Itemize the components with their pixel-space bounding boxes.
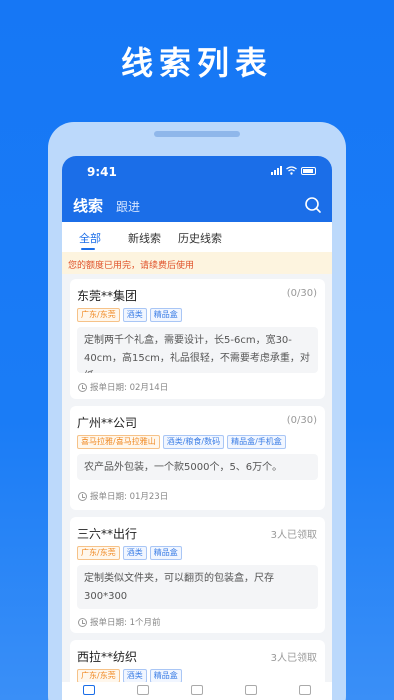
tag: 喜马拉雅/喜马拉雅山 [77,435,160,449]
bottom-tab-bar [62,682,332,700]
tag: 精品盒/手机盒 [227,435,286,449]
tab-history-leads[interactable]: 历史线索 [178,230,222,246]
orders-tab-icon[interactable] [137,685,149,695]
tag: 广东/东莞 [77,546,120,560]
card-description: 定制两千个礼盒，需要设计，长5-6cm，宽30-40cm，高15cm，礼品很轻，… [77,327,318,373]
quota-notice: 您的额度已用完，请续费后使用 [62,252,332,274]
lead-card[interactable]: 三六**出行 3人已领取 广东/东莞 酒类 精品盒 定制类似文件夹，可以翻页的包… [70,517,325,633]
tag: 广东/东莞 [77,308,120,322]
leads-tab-icon[interactable] [83,685,95,695]
tag-list: 广东/东莞 酒类 精品盒 [77,669,182,683]
search-icon[interactable] [304,196,322,214]
tab-follow-up[interactable]: 跟进 [116,198,140,215]
filter-tabs: 全部 新线索 历史线索 [62,222,332,252]
promotion-tab-icon[interactable] [191,685,203,695]
card-count: 3人已领取 [270,653,317,664]
profile-tab-icon[interactable] [299,685,311,695]
card-count: 3人已领取 [270,530,317,541]
clock-icon [78,382,87,392]
card-count: (0/30) [286,288,317,299]
card-date: 报单日期: 01月23日 [78,490,168,502]
wifi-icon [286,166,297,175]
card-title: 西拉**纺织 [77,650,138,664]
lead-card[interactable]: 广州**公司 (0/30) 喜马拉雅/喜马拉雅山 酒类/粮食/数码 精品盒/手机… [70,406,325,510]
status-icons [271,166,316,175]
card-date-text: 报单日期: 1个月前 [90,618,161,628]
tab-leads[interactable]: 线索 [73,195,103,216]
clock-icon [78,617,87,627]
tag: 精品盒 [149,308,182,322]
phone-speaker [154,131,240,137]
lead-card[interactable]: 东莞**集团 (0/30) 广东/东莞 酒类 精品盒 定制两千个礼盒，需要设计，… [70,279,325,399]
tag-list: 喜马拉雅/喜马拉雅山 酒类/粮食/数码 精品盒/手机盒 [77,435,286,449]
tab-new-leads[interactable]: 新线索 [128,230,161,246]
phone-tab-icon[interactable] [245,685,257,695]
card-date-text: 报单日期: 01月23日 [90,492,169,502]
tag: 精品盒 [149,546,182,560]
card-count: (0/30) [286,415,317,426]
card-description: 农产品外包装，一个款5000个，5、6万个。 [77,454,318,480]
tab-all[interactable]: 全部 [79,230,101,246]
tag: 精品盒 [149,669,182,683]
tag-list: 广东/东莞 酒类 精品盒 [77,308,182,322]
card-title: 三六**出行 [77,527,138,541]
tag: 酒类 [122,669,147,683]
tag-list: 广东/东莞 酒类 精品盒 [77,546,182,560]
status-bar: 9:41 [62,156,332,188]
signal-icon [271,166,282,175]
card-date: 报单日期: 1个月前 [78,616,160,628]
active-tab-indicator [81,248,95,250]
banner-title: 线索列表 [120,44,273,82]
card-description: 定制类似文件夹，可以翻页的包装盒，尺存300*300 [77,565,318,609]
tag: 酒类/粮食/数码 [162,435,225,449]
card-date: 报单日期: 02月14日 [78,381,168,393]
phone-screen: 9:41 线索 跟进 全部 新线索 历史线索 您的额度已用完，请续费后使用 东莞… [62,156,332,700]
tag: 酒类 [122,308,147,322]
clock-icon [78,491,87,501]
card-date-text: 报单日期: 02月14日 [90,383,169,393]
nav-bar: 线索 跟进 [62,188,332,222]
tag: 广东/东莞 [77,669,120,683]
status-time: 9:41 [87,165,117,179]
battery-icon [301,166,316,175]
card-title: 东莞**集团 [77,289,138,303]
card-title: 广州**公司 [77,416,138,430]
tag: 酒类 [122,546,147,560]
